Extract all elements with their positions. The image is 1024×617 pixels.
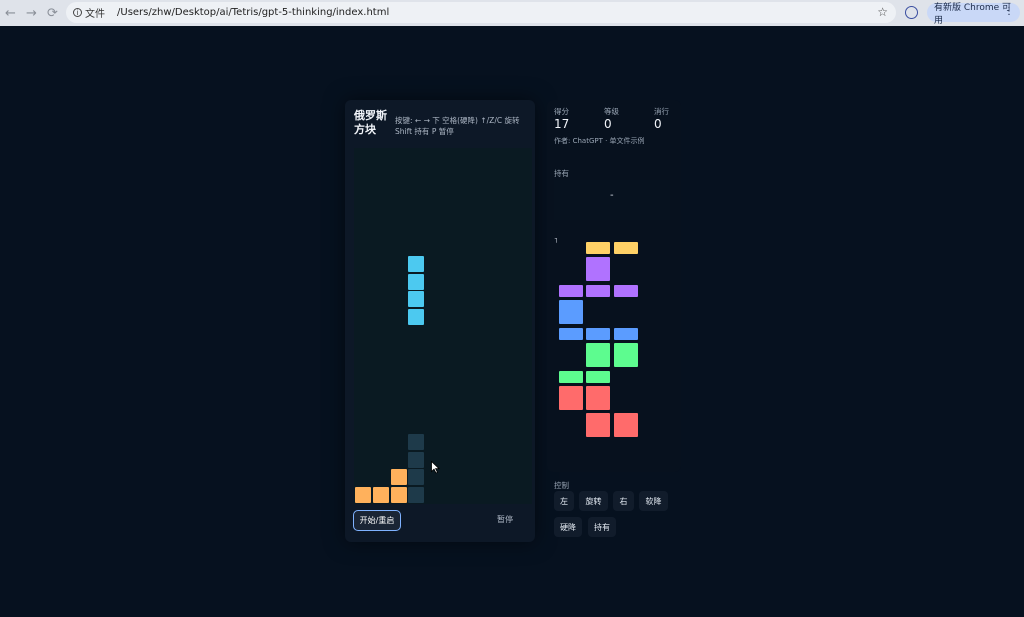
block-I bbox=[408, 291, 425, 308]
next-queue-marker: ˥ bbox=[554, 237, 558, 245]
next-block-Z bbox=[559, 386, 583, 410]
author-credit: 作者: ChatGPT · 单文件示例 bbox=[554, 137, 645, 145]
hard-drop-button[interactable]: 硬降 bbox=[554, 517, 582, 537]
key-instructions-line2: Shift 持有 P 暂停 bbox=[395, 127, 454, 136]
key-instructions: 按键: ← → 下 空格(硬降) ↑/Z/C 旋转 Shift 持有 P 暂停 bbox=[395, 115, 531, 137]
next-block-Z bbox=[586, 413, 610, 437]
block-L bbox=[390, 487, 407, 504]
ghost-block bbox=[408, 451, 425, 468]
soft-drop-button[interactable]: 软降 bbox=[639, 491, 668, 511]
hold-button[interactable]: 持有 bbox=[588, 517, 616, 537]
next-block-Z bbox=[614, 413, 638, 437]
next-block-S bbox=[614, 343, 638, 367]
next-block-T bbox=[586, 257, 610, 281]
next-block-O bbox=[586, 242, 610, 254]
next-block-S bbox=[586, 343, 610, 367]
bookmark-star-icon[interactable]: ☆ bbox=[877, 5, 888, 19]
next-block-J bbox=[559, 328, 583, 340]
site-info-label: 文件 bbox=[85, 9, 105, 20]
controls-label: 控制 bbox=[554, 481, 569, 490]
address-bar[interactable]: i 文件 /Users/zhw/Desktop/ai/Tetris/gpt-5-… bbox=[66, 2, 896, 23]
back-icon[interactable]: ← bbox=[0, 1, 21, 25]
score-label: 得分 bbox=[554, 107, 569, 116]
next-block-T bbox=[614, 285, 638, 297]
level-label: 等级 bbox=[604, 107, 619, 116]
block-I bbox=[408, 309, 425, 326]
info-icon: i bbox=[73, 8, 82, 17]
restart-button[interactable]: 开始/重启 bbox=[353, 510, 401, 531]
pause-button[interactable]: 暂停 bbox=[497, 514, 513, 525]
ghost-block bbox=[408, 469, 425, 486]
next-block-J bbox=[614, 328, 638, 340]
block-L bbox=[372, 487, 389, 504]
next-block-T bbox=[559, 285, 583, 297]
lines-value: 0 bbox=[654, 117, 662, 131]
chrome-update-button[interactable]: 有新版 Chrome 可用 ⋮ bbox=[927, 3, 1020, 26]
menu-icon[interactable]: ⋮ bbox=[1004, 6, 1014, 17]
game-title: 俄罗斯方块 bbox=[354, 109, 387, 136]
hold-value: - bbox=[610, 190, 614, 201]
score-value: 17 bbox=[554, 117, 570, 131]
reload-icon[interactable]: ⟳ bbox=[42, 1, 63, 25]
next-block-S bbox=[586, 371, 610, 383]
block-L bbox=[390, 469, 407, 486]
forward-icon[interactable]: → bbox=[21, 1, 42, 25]
block-L bbox=[355, 487, 371, 504]
key-instructions-line1: 按键: ← → 下 空格(硬降) ↑/Z/C 旋转 bbox=[395, 116, 520, 125]
next-block-S bbox=[559, 371, 583, 383]
right-button[interactable]: 右 bbox=[613, 491, 634, 511]
next-block-Z bbox=[586, 386, 610, 410]
next-block-O bbox=[614, 242, 638, 254]
lines-label: 消行 bbox=[654, 107, 669, 116]
block-I bbox=[408, 273, 425, 290]
site-info-chip[interactable]: i 文件 bbox=[73, 5, 105, 20]
browser-toolbar: ← → ⟳ i 文件 /Users/zhw/Desktop/ai/Tetris/… bbox=[0, 0, 1024, 26]
level-value: 0 bbox=[604, 117, 612, 131]
profile-icon[interactable] bbox=[905, 6, 918, 19]
next-block-J bbox=[586, 328, 610, 340]
hold-label: 持有 bbox=[554, 169, 569, 178]
ghost-block bbox=[408, 433, 425, 450]
url-text[interactable]: /Users/zhw/Desktop/ai/Tetris/gpt-5-think… bbox=[117, 7, 389, 18]
ghost-block bbox=[408, 487, 425, 504]
rotate-button[interactable]: 旋转 bbox=[579, 491, 608, 511]
left-button[interactable]: 左 bbox=[554, 491, 574, 511]
next-block-J bbox=[559, 300, 583, 324]
game-board[interactable] bbox=[354, 148, 532, 504]
block-I bbox=[408, 255, 425, 272]
next-block-T bbox=[586, 285, 610, 297]
